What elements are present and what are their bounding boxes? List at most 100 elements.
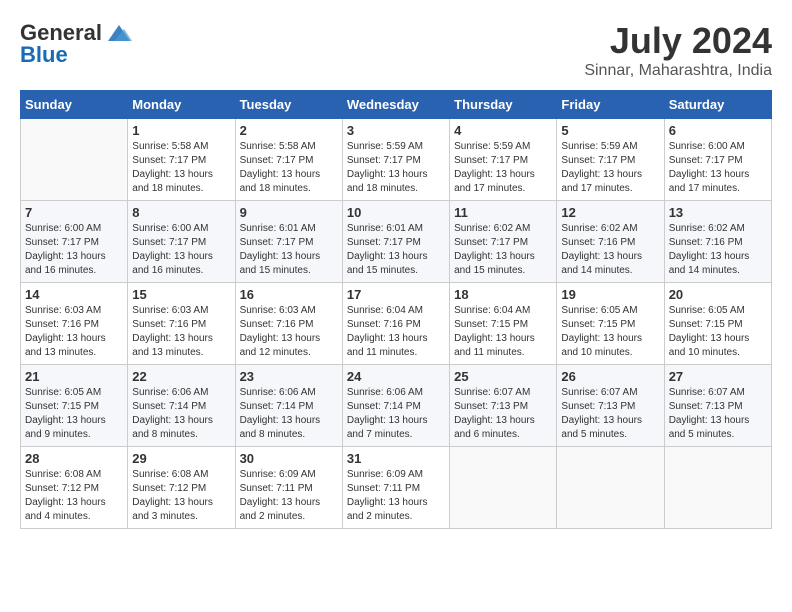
day-info: Sunrise: 6:01 AMSunset: 7:17 PMDaylight:… xyxy=(240,222,338,278)
day-info: Sunrise: 6:00 AMSunset: 7:17 PMDaylight:… xyxy=(669,140,767,196)
day-number: 6 xyxy=(669,123,767,138)
day-info: Sunrise: 6:07 AMSunset: 7:13 PMDaylight:… xyxy=(669,386,767,442)
day-number: 2 xyxy=(240,123,338,138)
calendar-title: July 2024 xyxy=(584,20,772,62)
logo-icon xyxy=(104,21,134,45)
calendar-cell xyxy=(21,119,128,201)
day-info: Sunrise: 6:01 AMSunset: 7:17 PMDaylight:… xyxy=(347,222,445,278)
day-info: Sunrise: 5:59 AMSunset: 7:17 PMDaylight:… xyxy=(561,140,659,196)
day-number: 31 xyxy=(347,451,445,466)
calendar-cell: 31 Sunrise: 6:09 AMSunset: 7:11 PMDayligh… xyxy=(342,447,449,529)
day-number: 9 xyxy=(240,205,338,220)
calendar-cell: 16 Sunrise: 6:03 AMSunset: 7:16 PMDayligh… xyxy=(235,283,342,365)
day-number: 1 xyxy=(132,123,230,138)
weekday-header-tuesday: Tuesday xyxy=(235,91,342,119)
calendar-cell xyxy=(664,447,771,529)
week-row-4: 21 Sunrise: 6:05 AMSunset: 7:15 PMDayligh… xyxy=(21,365,772,447)
day-number: 25 xyxy=(454,369,552,384)
weekday-header-friday: Friday xyxy=(557,91,664,119)
day-info: Sunrise: 6:06 AMSunset: 7:14 PMDaylight:… xyxy=(132,386,230,442)
calendar-cell: 14 Sunrise: 6:03 AMSunset: 7:16 PMDayligh… xyxy=(21,283,128,365)
calendar-cell: 8 Sunrise: 6:00 AMSunset: 7:17 PMDaylight… xyxy=(128,201,235,283)
calendar-cell: 3Sunrise: 5:59 AMSunset: 7:17 PMDaylight… xyxy=(342,119,449,201)
calendar-cell: 18 Sunrise: 6:04 AMSunset: 7:15 PMDayligh… xyxy=(450,283,557,365)
logo-blue: Blue xyxy=(20,42,68,68)
calendar-cell: 26 Sunrise: 6:07 AMSunset: 7:13 PMDayligh… xyxy=(557,365,664,447)
calendar-cell xyxy=(450,447,557,529)
day-info: Sunrise: 6:07 AMSunset: 7:13 PMDaylight:… xyxy=(454,386,552,442)
calendar-subtitle: Sinnar, Maharashtra, India xyxy=(584,62,772,80)
day-info: Sunrise: 6:04 AMSunset: 7:15 PMDaylight:… xyxy=(454,304,552,360)
calendar-cell: 4 Sunrise: 5:59 AMSunset: 7:17 PMDaylight… xyxy=(450,119,557,201)
calendar-cell: 5 Sunrise: 5:59 AMSunset: 7:17 PMDaylight… xyxy=(557,119,664,201)
day-number: 7 xyxy=(25,205,123,220)
day-number: 14 xyxy=(25,287,123,302)
day-info: Sunrise: 6:02 AMSunset: 7:16 PMDaylight:… xyxy=(561,222,659,278)
day-number: 26 xyxy=(561,369,659,384)
day-info: Sunrise: 6:05 AMSunset: 7:15 PMDaylight:… xyxy=(25,386,123,442)
calendar-cell: 19 Sunrise: 6:05 AMSunset: 7:15 PMDayligh… xyxy=(557,283,664,365)
calendar-cell xyxy=(557,447,664,529)
day-info: Sunrise: 6:04 AMSunset: 7:16 PMDaylight:… xyxy=(347,304,445,360)
logo: General Blue xyxy=(20,20,134,68)
day-info: Sunrise: 6:06 AMSunset: 7:14 PMDaylight:… xyxy=(347,386,445,442)
calendar-cell: 10 Sunrise: 6:01 AMSunset: 7:17 PMDayligh… xyxy=(342,201,449,283)
day-number: 12 xyxy=(561,205,659,220)
day-number: 11 xyxy=(454,205,552,220)
day-info: Sunrise: 5:59 AMSunset: 7:17 PMDaylight:… xyxy=(454,140,552,196)
calendar-cell: 13 Sunrise: 6:02 AMSunset: 7:16 PMDayligh… xyxy=(664,201,771,283)
day-number: 18 xyxy=(454,287,552,302)
day-number: 13 xyxy=(669,205,767,220)
calendar-cell: 30Sunrise: 6:09 AMSunset: 7:11 PMDayligh… xyxy=(235,447,342,529)
day-number: 19 xyxy=(561,287,659,302)
day-info: Sunrise: 6:00 AMSunset: 7:17 PMDaylight:… xyxy=(132,222,230,278)
calendar-cell: 7 Sunrise: 6:00 AMSunset: 7:17 PMDaylight… xyxy=(21,201,128,283)
day-info: Sunrise: 6:07 AMSunset: 7:13 PMDaylight:… xyxy=(561,386,659,442)
day-info: Sunrise: 6:08 AMSunset: 7:12 PMDaylight:… xyxy=(132,468,230,524)
week-row-2: 7 Sunrise: 6:00 AMSunset: 7:17 PMDaylight… xyxy=(21,201,772,283)
day-number: 8 xyxy=(132,205,230,220)
day-number: 22 xyxy=(132,369,230,384)
day-info: Sunrise: 6:06 AMSunset: 7:14 PMDaylight:… xyxy=(240,386,338,442)
calendar-cell: 17Sunrise: 6:04 AMSunset: 7:16 PMDayligh… xyxy=(342,283,449,365)
calendar-cell: 24 Sunrise: 6:06 AMSunset: 7:14 PMDayligh… xyxy=(342,365,449,447)
weekday-header-thursday: Thursday xyxy=(450,91,557,119)
day-info: Sunrise: 6:03 AMSunset: 7:16 PMDaylight:… xyxy=(132,304,230,360)
calendar-cell: 20Sunrise: 6:05 AMSunset: 7:15 PMDayligh… xyxy=(664,283,771,365)
day-number: 24 xyxy=(347,369,445,384)
day-info: Sunrise: 6:00 AMSunset: 7:17 PMDaylight:… xyxy=(25,222,123,278)
day-number: 16 xyxy=(240,287,338,302)
week-row-3: 14 Sunrise: 6:03 AMSunset: 7:16 PMDayligh… xyxy=(21,283,772,365)
day-number: 10 xyxy=(347,205,445,220)
day-number: 28 xyxy=(25,451,123,466)
day-info: Sunrise: 6:03 AMSunset: 7:16 PMDaylight:… xyxy=(240,304,338,360)
day-number: 5 xyxy=(561,123,659,138)
day-info: Sunrise: 6:02 AMSunset: 7:17 PMDaylight:… xyxy=(454,222,552,278)
day-info: Sunrise: 6:02 AMSunset: 7:16 PMDaylight:… xyxy=(669,222,767,278)
calendar-table: SundayMondayTuesdayWednesdayThursdayFrid… xyxy=(20,90,772,529)
calendar-cell: 29 Sunrise: 6:08 AMSunset: 7:12 PMDayligh… xyxy=(128,447,235,529)
day-info: Sunrise: 6:09 AMSunset: 7:11 PMDaylight:… xyxy=(347,468,445,524)
day-number: 4 xyxy=(454,123,552,138)
day-info: Sunrise: 6:05 AMSunset: 7:15 PMDaylight:… xyxy=(561,304,659,360)
calendar-cell: 25 Sunrise: 6:07 AMSunset: 7:13 PMDayligh… xyxy=(450,365,557,447)
day-number: 21 xyxy=(25,369,123,384)
day-number: 29 xyxy=(132,451,230,466)
day-number: 20 xyxy=(669,287,767,302)
weekday-header-monday: Monday xyxy=(128,91,235,119)
day-info: Sunrise: 5:58 AMSunset: 7:17 PMDaylight:… xyxy=(240,140,338,196)
calendar-cell: 23 Sunrise: 6:06 AMSunset: 7:14 PMDayligh… xyxy=(235,365,342,447)
day-info: Sunrise: 6:08 AMSunset: 7:12 PMDaylight:… xyxy=(25,468,123,524)
day-number: 23 xyxy=(240,369,338,384)
title-area: July 2024 Sinnar, Maharashtra, India xyxy=(584,20,772,80)
day-info: Sunrise: 6:03 AMSunset: 7:16 PMDaylight:… xyxy=(25,304,123,360)
weekday-header-wednesday: Wednesday xyxy=(342,91,449,119)
calendar-cell: 1Sunrise: 5:58 AMSunset: 7:17 PMDaylight… xyxy=(128,119,235,201)
calendar-cell: 15Sunrise: 6:03 AMSunset: 7:16 PMDayligh… xyxy=(128,283,235,365)
calendar-cell: 28 Sunrise: 6:08 AMSunset: 7:12 PMDayligh… xyxy=(21,447,128,529)
day-info: Sunrise: 5:59 AMSunset: 7:17 PMDaylight:… xyxy=(347,140,445,196)
calendar-cell: 12 Sunrise: 6:02 AMSunset: 7:16 PMDayligh… xyxy=(557,201,664,283)
calendar-cell: 22 Sunrise: 6:06 AMSunset: 7:14 PMDayligh… xyxy=(128,365,235,447)
day-info: Sunrise: 6:09 AMSunset: 7:11 PMDaylight:… xyxy=(240,468,338,524)
weekday-header-sunday: Sunday xyxy=(21,91,128,119)
